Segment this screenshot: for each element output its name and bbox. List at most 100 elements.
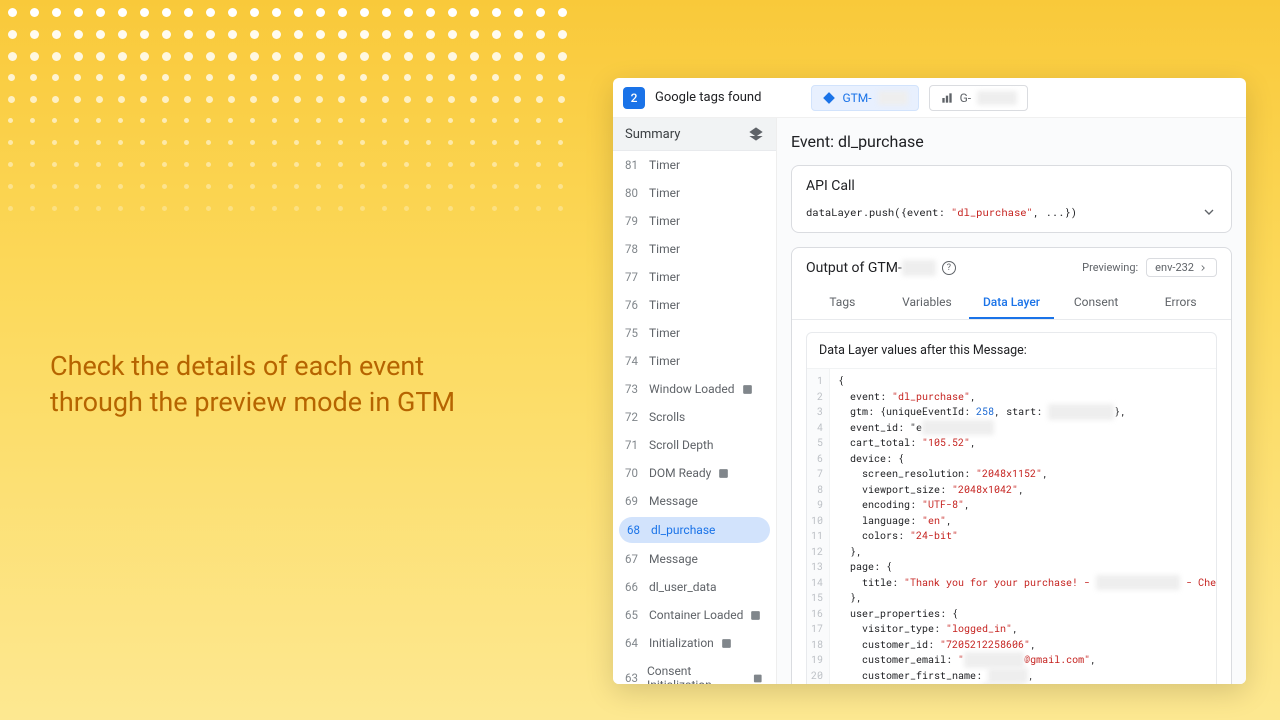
api-call-code: dataLayer.push({event: "dl_purchase", ..… [806,205,1077,219]
marketing-caption: Check the details of each event through … [50,348,570,421]
redacted: xx [878,91,908,105]
event-number: 80 [625,186,643,200]
event-row[interactable]: 77 Timer [613,263,776,291]
event-number: 68 [627,523,645,537]
event-label: Message [649,552,698,566]
event-row[interactable]: 71Scroll Depth [613,431,776,459]
event-row[interactable]: 78Timer [613,235,776,263]
event-label: Message [649,494,698,508]
topbar: 2 Google tags found GTM- xx G- xx [613,78,1246,118]
line-gutter: 1234567891011121314151617181920212223242… [807,369,830,684]
gtm-chip-label: GTM- [842,91,871,105]
api-call-card: API Call dataLayer.push({event: "dl_purc… [791,165,1232,233]
analytics-icon [940,91,954,105]
tab-variables[interactable]: Variables [885,287,970,319]
tag-count-badge: 2 [623,87,645,109]
event-number: 73 [625,382,643,396]
main-area: Event: dl_purchase API Call dataLayer.pu… [777,118,1246,684]
layer-icon [752,672,764,685]
event-row[interactable]: 64 Initialization [613,629,776,657]
event-label: Initialization [649,636,714,650]
tab-data-layer[interactable]: Data Layer [969,287,1054,319]
event-title: Event: dl_purchase [791,132,1232,151]
decorative-dots [0,0,600,230]
event-number: 71 [625,438,643,452]
redacted: xx [977,91,1017,105]
event-label: Timer [649,242,680,256]
event-label: Timer [649,270,680,284]
summary-header[interactable]: Summary [613,118,776,151]
tags-found-label: Google tags found [655,90,761,105]
expand-icon[interactable] [1201,204,1217,220]
ga-container-chip[interactable]: G- xx [929,85,1029,111]
event-number: 64 [625,636,643,650]
gtm-container-chip[interactable]: GTM- xx [811,85,918,111]
tab-consent[interactable]: Consent [1054,287,1139,319]
env-chip[interactable]: env-232 [1146,258,1217,277]
event-row[interactable]: 66dl_user_data [613,573,776,601]
code-source: { event: "dl_purchase", gtm: {uniqueEven… [830,369,1217,684]
event-row[interactable]: 69 Message [613,487,776,515]
event-number: 79 [625,214,643,228]
event-label: Timer [649,158,680,172]
event-label: DOM Ready [649,466,711,480]
event-number: 76 [625,298,643,312]
event-label: Timer [649,326,680,340]
layers-icon [748,126,764,142]
previewing-label: Previewing: [1082,261,1138,274]
event-row[interactable]: 74 Timer [613,347,776,375]
event-row[interactable]: 68 dl_purchase [619,517,770,543]
data-layer-code: 1234567891011121314151617181920212223242… [807,369,1216,684]
tab-tags[interactable]: Tags [800,287,885,319]
layer-icon [720,637,733,650]
event-row[interactable]: 80 Timer [613,179,776,207]
data-layer-box: Data Layer values after this Message: 12… [806,332,1217,684]
caption-line-1: Check the details of each event [50,350,424,382]
gtm-icon [822,91,836,105]
event-number: 77 [625,270,643,284]
layer-icon [717,467,730,480]
event-label: Timer [649,186,680,200]
gtm-preview-panel: 2 Google tags found GTM- xx G- xx Summar… [613,78,1246,684]
event-label: Timer [649,298,680,312]
event-number: 74 [625,354,643,368]
event-row[interactable]: 79 Timer [613,207,776,235]
event-label: Scrolls [649,410,685,424]
event-row[interactable]: 70 DOM Ready [613,459,776,487]
event-number: 75 [625,326,643,340]
event-row[interactable]: 72Scrolls [613,403,776,431]
summary-label: Summary [625,127,680,142]
event-label: Timer [649,354,680,368]
event-list: 81Timer80Timer79Timer78Timer77Timer76Tim… [613,151,776,684]
event-label: Container Loaded [649,608,743,622]
event-number: 67 [625,552,643,566]
event-number: 70 [625,466,643,480]
event-row[interactable]: 81 Timer [613,151,776,179]
event-label: Consent Initialization [647,664,747,684]
event-row[interactable]: 63 Consent Initialization [613,657,776,684]
layer-icon [741,383,754,396]
chevron-right-icon [1198,263,1208,273]
event-number: 81 [625,158,643,172]
help-icon[interactable]: ? [942,261,956,275]
event-number: 69 [625,494,643,508]
event-number: 66 [625,580,643,594]
tab-errors[interactable]: Errors [1138,287,1223,319]
ga-chip-label: G- [960,91,972,105]
event-number: 65 [625,608,643,622]
event-title-name: dl_purchase [838,132,924,151]
event-label: Window Loaded [649,382,735,396]
event-row[interactable]: 65 Container Loaded [613,601,776,629]
event-sidebar: Summary 81Timer80Timer79Timer78Timer77Ti… [613,118,777,684]
output-heading: Output of GTM-xx [806,260,936,276]
event-label: Timer [649,214,680,228]
output-tabs: TagsVariablesData LayerConsentErrors [792,287,1231,320]
event-row[interactable]: 73 Window Loaded [613,375,776,403]
event-row[interactable]: 67 Message [613,545,776,573]
api-call-heading: API Call [806,178,1217,194]
event-row[interactable]: 76 Timer [613,291,776,319]
event-number: 63 [625,671,641,684]
event-row[interactable]: 75 Timer [613,319,776,347]
layer-icon [749,609,762,622]
event-label: dl_purchase [651,523,715,537]
